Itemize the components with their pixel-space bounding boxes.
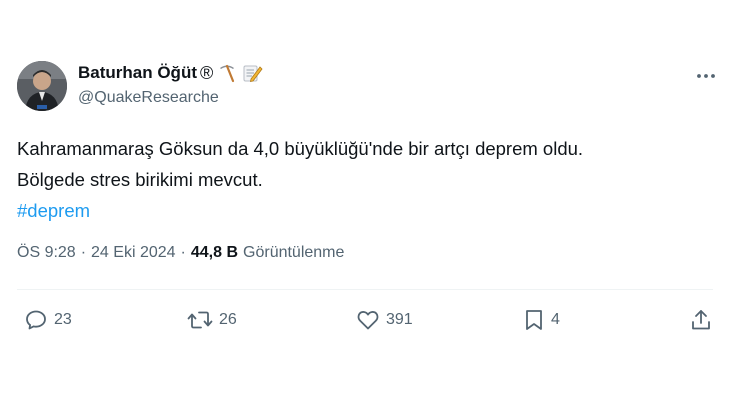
pick-icon <box>216 62 238 84</box>
hashtag-link[interactable]: #deprem <box>17 200 90 221</box>
like-button[interactable]: 391 <box>356 307 413 333</box>
tweet-meta: ÖS 9:28 · 24 Eki 2024 · 44,8 B Görüntüle… <box>17 244 344 262</box>
tweet-date[interactable]: 24 Eki 2024 <box>91 244 176 262</box>
reply-count: 23 <box>54 311 72 328</box>
like-count: 391 <box>386 311 413 328</box>
tweet-line: Kahramanmaraş Göksun da 4,0 büyüklüğü'nd… <box>17 138 584 159</box>
tweet-line: Bölgede stres birikimi mevcut. <box>17 169 263 190</box>
meta-separator: · <box>180 244 186 261</box>
views-label: Görüntülenme <box>243 244 345 261</box>
author-handle[interactable]: @QuakeResearche <box>78 89 219 107</box>
share-icon <box>692 310 710 330</box>
views-count: 44,8 B <box>190 244 239 261</box>
registered-mark: ® <box>200 62 214 83</box>
more-horizontal-icon <box>697 74 715 78</box>
tweet-card: Baturhan Öğüt ® @QuakeResearche Kahraman… <box>0 0 730 420</box>
avatar[interactable] <box>17 61 67 111</box>
author-name[interactable]: Baturhan Öğüt ® <box>78 62 263 84</box>
reply-button[interactable]: 23 <box>24 307 72 333</box>
bookmark-icon <box>526 310 542 330</box>
divider <box>17 289 713 290</box>
retweet-button[interactable]: 26 <box>187 307 237 333</box>
bookmark-count: 4 <box>551 311 560 328</box>
more-button[interactable] <box>690 64 722 88</box>
tweet-text: Kahramanmaraş Göksun da 4,0 büyüklüğü'nd… <box>17 133 707 226</box>
tweet-time[interactable]: ÖS 9:28 <box>17 244 76 262</box>
heart-icon <box>357 311 379 330</box>
share-button[interactable] <box>689 307 713 333</box>
avatar-photo <box>17 61 67 111</box>
meta-separator: · <box>80 244 87 261</box>
bookmark-button[interactable]: 4 <box>523 307 560 333</box>
memo-icon <box>241 62 263 84</box>
reply-icon <box>26 310 46 330</box>
retweet-icon <box>187 311 213 329</box>
display-name: Baturhan Öğüt <box>78 63 197 82</box>
retweet-count: 26 <box>219 311 237 328</box>
